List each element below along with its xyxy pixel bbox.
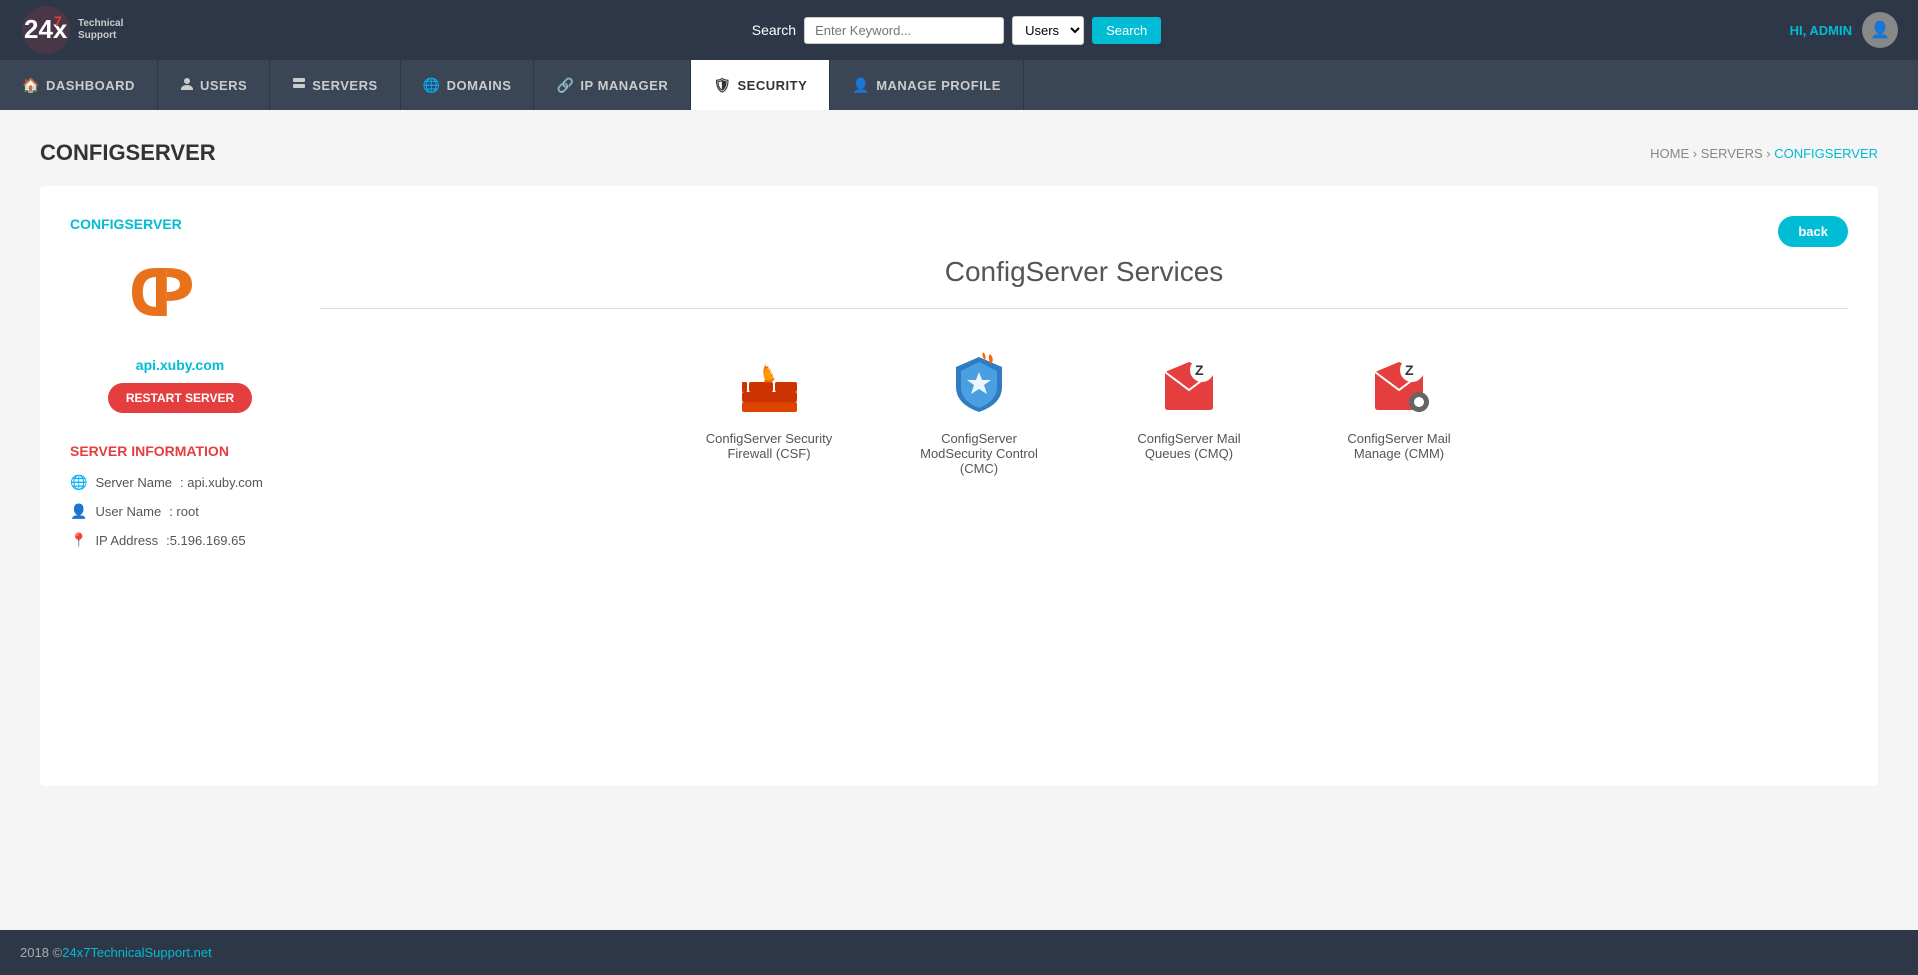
server-name-value: : api.xuby.com [180,475,263,490]
search-area: Search Users Search [752,16,1162,45]
services-title: ConfigServer Services [320,256,1848,288]
nav-manageprofile-label: MANAGE PROFILE [876,78,1001,93]
nav-item-ipmanager[interactable]: 🔗 IP MANAGER [534,60,691,110]
service-cmq[interactable]: Z ConfigServer Mail Queues (CMQ) [1114,349,1264,476]
csf-label: ConfigServer Security Firewall (CSF) [694,431,844,461]
nav-item-dashboard[interactable]: 🏠 DASHBOARD [0,60,158,110]
svg-text:Z: Z [1405,362,1414,378]
ip-label: IP Address [95,533,158,548]
nav-item-manageprofile[interactable]: 👤 MANAGE PROFILE [830,60,1024,110]
nav-servers-label: SERVERS [312,78,377,93]
right-panel: back ConfigServer Services [320,216,1848,756]
server-info-title: SERVER INFORMATION [70,443,290,459]
page-title: CONFIGSERVER [40,140,216,166]
users-icon [180,77,194,94]
search-label: Search [752,22,796,38]
ip-value: :5.196.169.65 [166,533,246,548]
breadcrumb-sep1: › [1693,146,1701,161]
service-cmm[interactable]: Z ConfigServer Mail Manage (CMM) [1324,349,1474,476]
breadcrumb-row: CONFIGSERVER HOME › SERVERS › CONFIGSERV… [40,140,1878,166]
cpanel-logo [70,252,290,337]
nav-ipmanager-label: IP MANAGER [580,78,668,93]
cmq-label: ConfigServer Mail Queues (CMQ) [1114,431,1264,461]
nav-security-label: SECURITY [738,78,808,93]
domains-icon: 🌐 [423,77,441,94]
hi-admin-label: HI, ADMIN [1790,23,1852,38]
header: 24x 7 Technical Support Search Users Sea… [0,0,1918,60]
breadcrumb-current[interactable]: CONFIGSERVER [1774,146,1878,161]
nav-item-security[interactable]: 🛡 SECURITY [691,60,830,110]
services-grid: ConfigServer Security Firewall (CSF) [320,349,1848,476]
manageprofile-icon: 👤 [852,77,870,94]
dashboard-icon: 🏠 [22,77,40,94]
server-name-label: Server Name [95,475,172,490]
footer-copyright: 2018 © [20,945,62,960]
mailqueue-icon: Z [1154,349,1224,419]
server-name-row: 🌐 Server Name : api.xuby.com [70,474,290,491]
main-nav: 🏠 DASHBOARD USERS SERVERS 🌐 DOMAINS 🔗 IP… [0,60,1918,110]
left-panel: CONFIGSERVER api.xuby.com RESTART SERVER… [70,216,290,756]
breadcrumb: HOME › SERVERS › CONFIGSERVER [1650,146,1878,161]
nav-domains-label: DOMAINS [447,78,512,93]
service-cmc[interactable]: ConfigServer ModSecurity Control (CMC) [904,349,1054,476]
nav-item-users[interactable]: USERS [158,60,270,110]
user-icon: 👤 [70,503,87,520]
divider [320,308,1848,309]
security-icon: 🛡 [713,77,731,94]
avatar: 👤 [1862,12,1898,48]
svg-text:7: 7 [54,13,62,29]
nav-item-servers[interactable]: SERVERS [270,60,400,110]
logo-icon: 24x 7 [20,6,72,54]
main-content: CONFIGSERVER HOME › SERVERS › CONFIGSERV… [0,110,1918,930]
brand-name: Technical Support [78,18,123,42]
nav-users-label: USERS [200,78,247,93]
server-hostname: api.xuby.com [70,357,290,373]
user-name-row: 👤 User Name : root [70,503,290,520]
modsecurity-icon [944,349,1014,419]
logo-area: 24x 7 Technical Support [20,6,123,54]
globe-icon: 🌐 [70,474,87,491]
user-name-value: : root [169,504,199,519]
nav-dashboard-label: DASHBOARD [46,78,135,93]
servers-icon [292,77,306,94]
breadcrumb-home: HOME [1650,146,1689,161]
pin-icon: 📍 [70,532,87,549]
content-card: CONFIGSERVER api.xuby.com RESTART SERVER… [40,186,1878,786]
configserver-link[interactable]: CONFIGSERVER [70,216,290,232]
ip-address-row: 📍 IP Address :5.196.169.65 [70,532,290,549]
firewall-icon [734,349,804,419]
cmm-label: ConfigServer Mail Manage (CMM) [1324,431,1474,461]
ipmanager-icon: 🔗 [556,77,574,94]
header-right: HI, ADMIN 👤 [1790,12,1898,48]
cmc-label: ConfigServer ModSecurity Control (CMC) [904,431,1054,476]
search-button[interactable]: Search [1092,17,1161,44]
service-csf[interactable]: ConfigServer Security Firewall (CSF) [694,349,844,476]
search-select[interactable]: Users [1012,16,1084,45]
back-button[interactable]: back [1778,216,1848,247]
footer-link[interactable]: 24x7TechnicalSupport.net [62,945,212,960]
footer: 2018 © 24x7TechnicalSupport.net [0,930,1918,975]
svg-text:Z: Z [1195,362,1204,378]
nav-item-domains[interactable]: 🌐 DOMAINS [401,60,535,110]
search-input[interactable] [804,17,1004,44]
user-name-label: User Name [95,504,161,519]
mailmanage-icon: Z [1364,349,1434,419]
breadcrumb-servers: SERVERS [1701,146,1763,161]
restart-server-button[interactable]: RESTART SERVER [108,383,252,413]
